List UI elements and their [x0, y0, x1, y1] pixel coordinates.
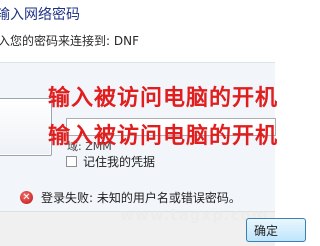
dialog-title: 输入网络密码 — [0, 7, 80, 23]
ok-button[interactable]: 确定 — [246, 218, 306, 242]
dialog-subtitle: 入您的密码来连接到: DNF — [0, 34, 139, 48]
remember-credentials-row[interactable]: 记住我的凭据 — [66, 153, 155, 169]
error-icon: ✕ — [20, 190, 33, 204]
annotation-text-2: 输入被访问电脑的开机 — [48, 124, 279, 149]
credential-tile[interactable] — [0, 98, 52, 156]
annotation-text-1: 输入被访问电脑的开机 — [48, 86, 279, 111]
remember-label: 记住我的凭据 — [83, 154, 156, 169]
remember-checkbox[interactable] — [66, 155, 77, 167]
error-message: 登录失败: 未知的用户名或错误密码。 — [41, 190, 241, 205]
error-message-row: ✕ 登录失败: 未知的用户名或错误密码。 — [20, 188, 241, 206]
